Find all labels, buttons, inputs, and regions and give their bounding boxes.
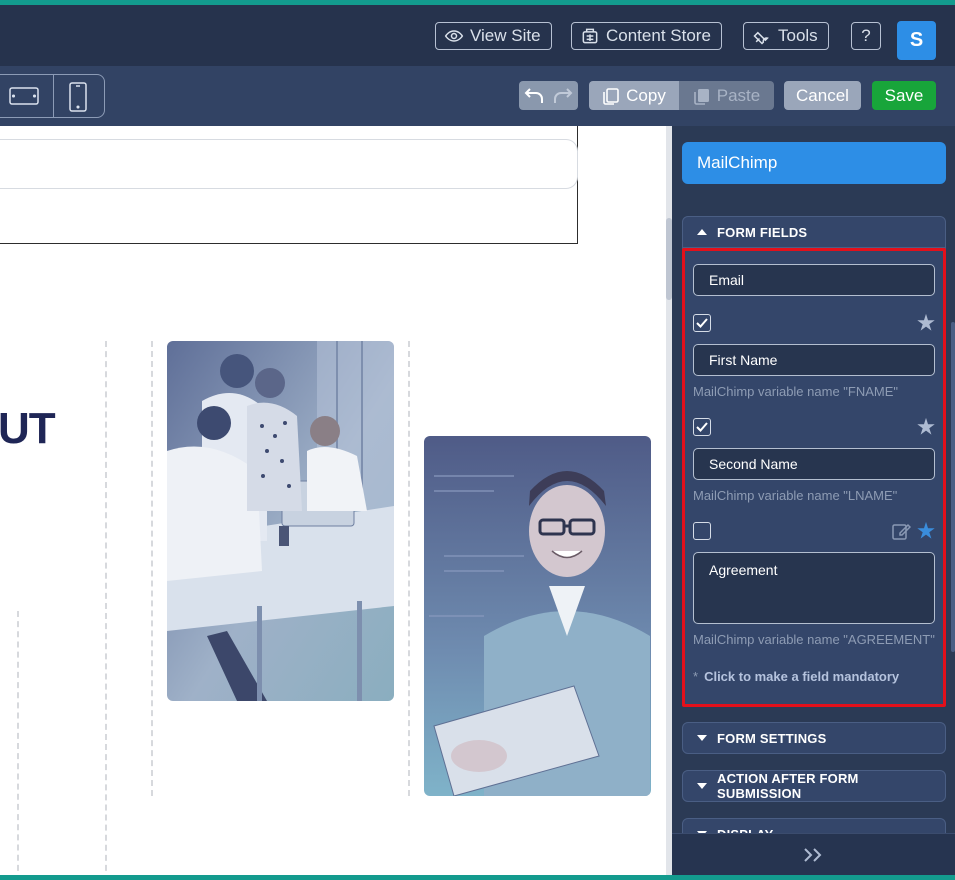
device-separator <box>53 75 54 117</box>
collapse-icon <box>697 229 707 235</box>
undo-button[interactable] <box>519 81 549 110</box>
wrench-icon <box>753 31 769 45</box>
undo-icon <box>524 87 543 103</box>
paste-button[interactable]: Paste <box>679 81 774 110</box>
user-avatar[interactable]: S <box>897 21 936 60</box>
panel-scrollbar[interactable] <box>951 322 955 652</box>
help-label: ? <box>861 26 871 45</box>
view-site-label: View Site <box>470 26 541 45</box>
redo-icon <box>554 87 573 103</box>
heading-fragment: UT <box>0 404 56 453</box>
store-icon <box>582 28 598 44</box>
form-settings-section-toggle[interactable]: FORM SETTINGS <box>682 722 946 754</box>
developer-portrait-photo <box>424 436 651 796</box>
view-site-button[interactable]: View Site <box>435 22 552 50</box>
page-canvas: UT <box>0 126 666 875</box>
content-store-button[interactable]: Content Store <box>571 22 722 50</box>
copy-label: Copy <box>626 85 666 105</box>
save-button[interactable]: Save <box>872 81 936 110</box>
paste-label: Paste <box>716 85 761 105</box>
cancel-button[interactable]: Cancel <box>784 81 861 110</box>
top-bar: View Site Content Store Tools ? S <box>0 5 955 66</box>
action-after-submission-toggle[interactable]: ACTION AFTER FORM SUBMISSION <box>682 770 946 802</box>
avatar-initial: S <box>909 29 924 51</box>
expand-icon <box>697 783 707 789</box>
panel-footer <box>672 833 955 875</box>
copy-icon <box>603 87 619 105</box>
column-guide <box>17 611 19 875</box>
form-fields-label: FORM FIELDS <box>717 224 808 240</box>
double-chevron-right-icon[interactable] <box>802 846 826 864</box>
settings-panel: MailChimp FORM FIELDS Email First Name M… <box>672 126 955 875</box>
team-meeting-photo <box>167 341 394 701</box>
form-input-preview[interactable] <box>0 139 578 189</box>
form-settings-label: FORM SETTINGS <box>717 730 827 746</box>
editor-toolbar: Copy Paste Cancel Save <box>0 66 955 126</box>
mobile-icon[interactable] <box>67 81 89 113</box>
form-fields-section-toggle[interactable]: FORM FIELDS <box>682 216 946 248</box>
panel-title: MailChimp <box>682 142 946 184</box>
redo-button[interactable] <box>549 81 579 110</box>
team-meeting-image[interactable] <box>167 341 394 701</box>
eye-icon <box>444 30 464 42</box>
tablet-landscape-icon[interactable] <box>8 85 40 107</box>
content-store-label: Content Store <box>606 26 711 45</box>
help-button[interactable]: ? <box>851 22 881 50</box>
column-guide <box>151 341 153 796</box>
tools-label: Tools <box>778 26 818 45</box>
paste-icon <box>693 88 709 105</box>
device-switcher <box>0 74 105 118</box>
tools-button[interactable]: Tools <box>743 22 829 50</box>
copy-paste-group: Copy Paste <box>589 81 774 110</box>
action-after-label: ACTION AFTER FORM SUBMISSION <box>717 771 859 801</box>
bottom-accent-bar <box>0 875 955 880</box>
column-guide <box>105 341 107 875</box>
developer-portrait-image[interactable] <box>424 436 651 796</box>
copy-button[interactable]: Copy <box>589 81 679 110</box>
column-guide <box>408 341 410 796</box>
undo-redo-group <box>519 81 578 110</box>
form-fields-highlight <box>682 248 946 707</box>
expand-icon <box>697 735 707 741</box>
